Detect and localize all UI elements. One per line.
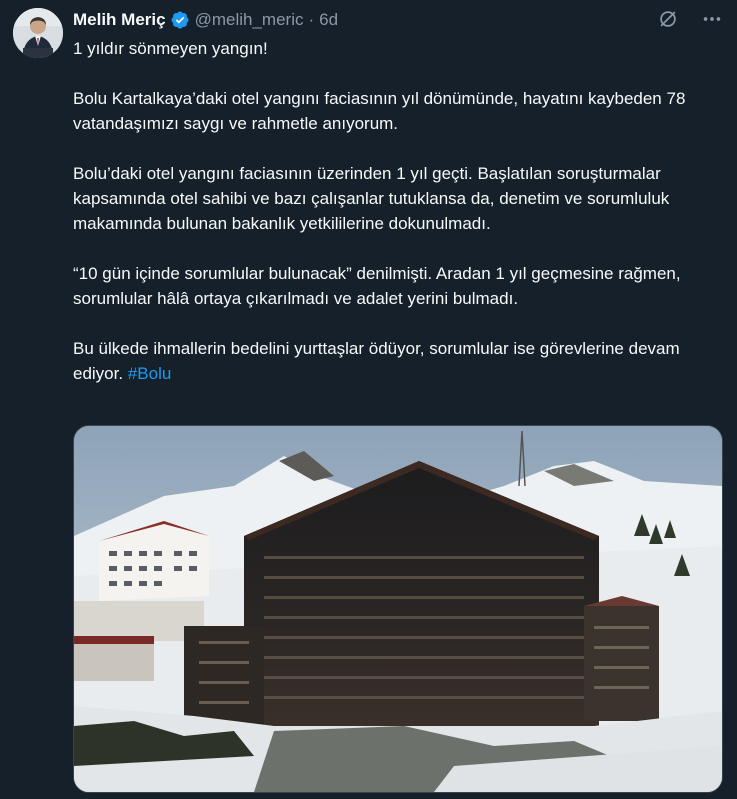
tweet-actions bbox=[657, 8, 723, 30]
grok-icon[interactable] bbox=[657, 8, 679, 30]
tweet-paragraph-4: “10 gün içinde sorumlular bulunacak” den… bbox=[73, 264, 681, 308]
avatar[interactable] bbox=[13, 8, 63, 58]
tweet-paragraph-5: Bu ülkede ihmallerin bedelini yurttaşlar… bbox=[73, 336, 713, 386]
verified-badge-icon bbox=[171, 11, 189, 29]
author-handle[interactable]: @melih_meric bbox=[195, 10, 304, 30]
tweet-line-1: 1 yıldır sönmeyen yangın! bbox=[73, 39, 268, 58]
tweet-paragraph-3: Bolu’daki otel yangını faciasının üzerin… bbox=[73, 164, 670, 233]
timestamp[interactable]: 6d bbox=[319, 10, 338, 30]
tweet-paragraph-2: Bolu Kartalkaya’daki otel yangını facias… bbox=[73, 89, 686, 133]
tweet: Melih Meriç @melih_meric · 6d 1 yıldır s… bbox=[0, 0, 737, 799]
tweet-photo[interactable] bbox=[73, 425, 723, 793]
author-name[interactable]: Melih Meriç bbox=[73, 10, 166, 30]
tweet-text: 1 yıldır sönmeyen yangın! Bolu Kartalkay… bbox=[73, 36, 713, 386]
tweet-header: Melih Meriç @melih_meric · 6d bbox=[73, 9, 727, 31]
hashtag-link[interactable]: #Bolu bbox=[128, 364, 171, 383]
separator-dot: · bbox=[308, 10, 315, 29]
photo-burned-hotel bbox=[74, 426, 722, 792]
more-icon[interactable] bbox=[701, 8, 723, 30]
